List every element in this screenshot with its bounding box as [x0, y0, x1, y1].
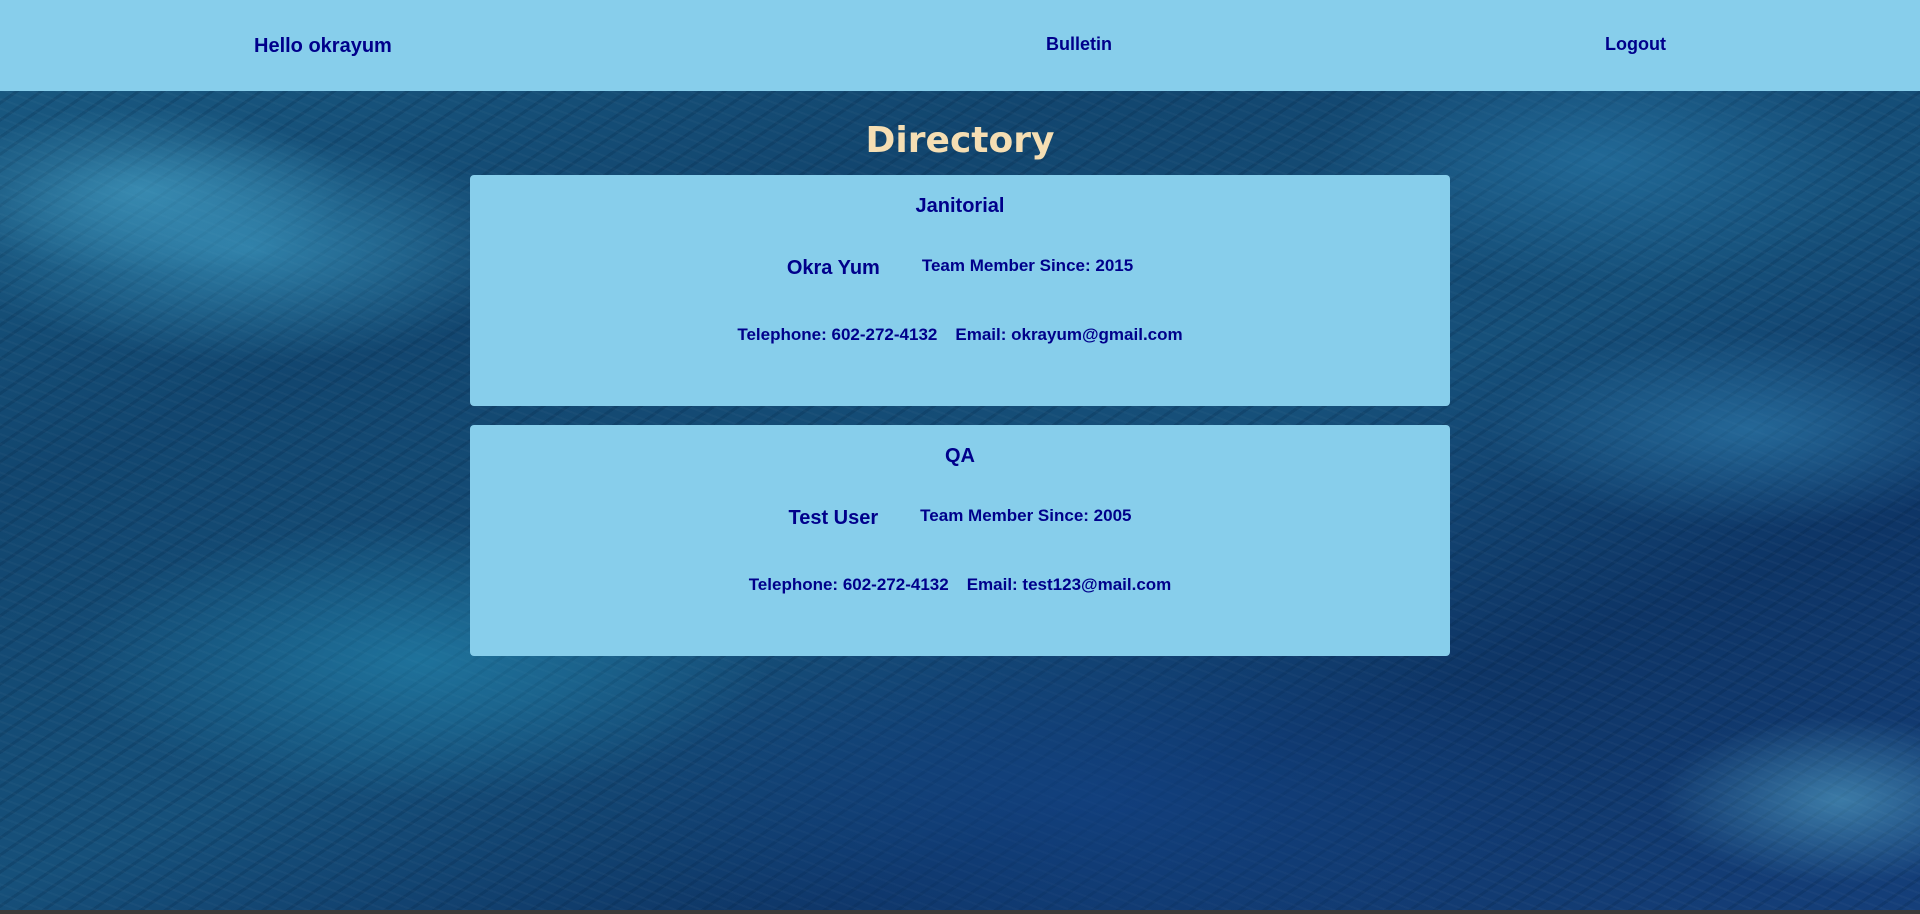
- directory-card: Janitorial Okra Yum Team Member Since: 2…: [470, 175, 1450, 406]
- directory-card: QA Test User Team Member Since: 2005 Tel…: [470, 425, 1450, 656]
- bottom-edge: [0, 910, 1920, 914]
- top-navbar: Hello okrayum Bulletin Logout: [0, 0, 1920, 91]
- member-telephone: Telephone: 602-272-4132: [748, 575, 949, 594]
- member-since: Team Member Since: 2005: [920, 506, 1132, 525]
- member-row: Okra Yum Team Member Since: 2015: [470, 256, 1450, 280]
- member-telephone: Telephone: 602-272-4132: [737, 325, 938, 344]
- page-title: Directory: [865, 120, 1055, 161]
- member-email: Email: okrayum@gmail.com: [955, 325, 1183, 344]
- logout-link[interactable]: Logout: [1605, 0, 1666, 90]
- member-email: Email: test123@mail.com: [966, 575, 1172, 594]
- member-name: Test User: [788, 507, 879, 529]
- member-name: Okra Yum: [786, 257, 880, 279]
- member-since: Team Member Since: 2015: [921, 256, 1134, 275]
- bulletin-link[interactable]: Bulletin: [1046, 0, 1112, 90]
- contact-row: Telephone: 602-272-4132 Email: okrayum@g…: [470, 325, 1450, 345]
- department-name: QA: [945, 445, 975, 467]
- user-greeting: Hello okrayum: [254, 35, 392, 57]
- member-row: Test User Team Member Since: 2005: [470, 506, 1450, 530]
- department-name: Janitorial: [915, 195, 1005, 217]
- contact-row: Telephone: 602-272-4132 Email: test123@m…: [470, 575, 1450, 595]
